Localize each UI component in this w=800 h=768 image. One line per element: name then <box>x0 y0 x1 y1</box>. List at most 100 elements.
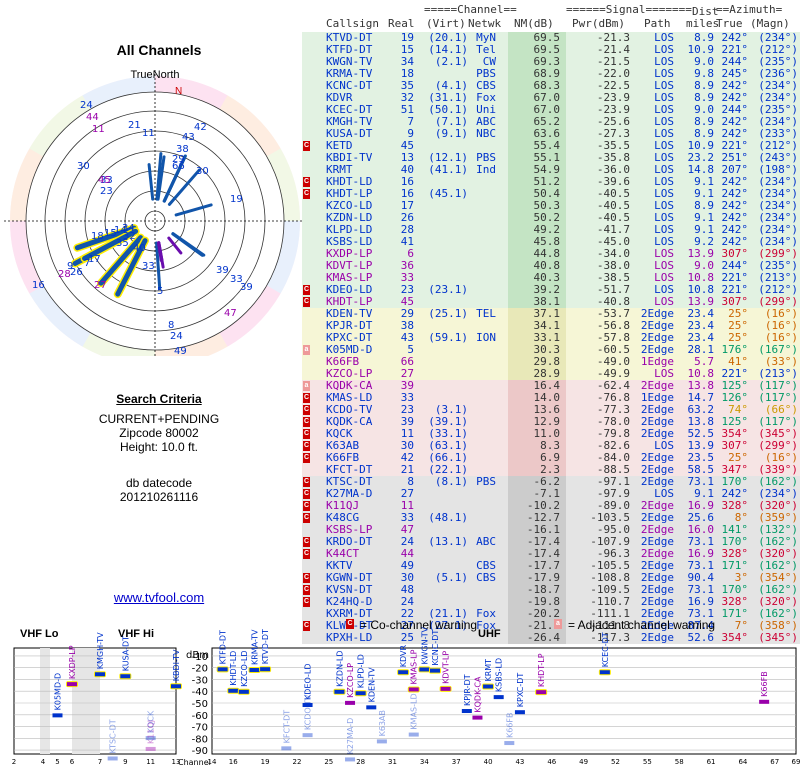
x-tick-label: 40 <box>484 758 493 766</box>
x-tick-label: 31 <box>388 758 397 766</box>
y-tick-label: -70 <box>192 723 208 734</box>
channel-label: 33 <box>142 261 155 272</box>
network-cell: ABC <box>476 535 496 548</box>
adjacent-warning-icon: a <box>303 345 310 355</box>
channel-label: 44 <box>86 112 99 123</box>
station-label: KPXC-DT <box>516 673 525 708</box>
chart-title: All Channels <box>116 42 202 58</box>
virtual-channel-cell: (59.1) <box>428 331 468 344</box>
x-tick-label: 55 <box>643 758 652 766</box>
station-bar <box>107 756 118 761</box>
x-tick-label: 4 <box>41 758 46 766</box>
station-label: KRMA-TV <box>250 629 259 665</box>
band-label: VHF Lo <box>20 628 59 640</box>
x-tick-label: 11 <box>146 758 155 766</box>
station-bar <box>145 746 156 751</box>
channel-label: 18 <box>91 231 104 242</box>
x-tick-label: 34 <box>420 758 429 766</box>
x-tick-label: 16 <box>229 758 238 766</box>
band-label: UHF <box>478 628 501 640</box>
station-bar <box>429 668 440 673</box>
x-tick-label: 5 <box>55 758 59 766</box>
y-axis-label: dBm <box>186 650 209 661</box>
x-tick-label: 64 <box>738 758 747 766</box>
y-tick-label: -90 <box>192 746 208 757</box>
channel-label: 30 <box>77 161 90 172</box>
channel-label: 47 <box>224 308 237 319</box>
station-bar <box>472 715 483 720</box>
channel-label: 16 <box>32 280 45 291</box>
cochannel-warning-icon: C <box>303 573 310 583</box>
azimuth-group-label: Azimuth <box>729 3 776 16</box>
cochannel-warning-icon: C <box>303 417 310 427</box>
x-tick-label: 28 <box>356 758 365 766</box>
virtual-channel-cell: (8.1) <box>434 475 468 488</box>
channel-group-header: =====Channel== <box>424 3 517 16</box>
station-label: KWGN-TV <box>420 626 429 664</box>
x-tick-label: 6 <box>70 758 75 766</box>
cochannel-warning-icon: C <box>303 177 310 187</box>
cochannel-warning-icon: C <box>303 453 310 463</box>
station-bar <box>281 746 292 751</box>
col-magn: (Magn) <box>750 17 790 30</box>
station-bar <box>171 684 181 689</box>
station-label: KTSC-DT <box>109 719 118 753</box>
station-bar <box>366 705 377 710</box>
spectrum-chart: -10-20-30-40-50-60-70-80-90dBmVHF Lo VHF … <box>12 626 800 767</box>
true-north-label: TrueNorth <box>130 69 179 81</box>
x-tick-label: 61 <box>707 758 716 766</box>
network-cell: NBC <box>476 127 496 140</box>
signal-group-label: Signal <box>605 3 646 16</box>
channel-label: 45 <box>98 175 111 186</box>
channel-label: 11 <box>142 128 155 139</box>
station-label: KSBS-LD <box>495 658 504 692</box>
station-label: KTFD-DT <box>219 630 228 664</box>
station-bar <box>120 674 131 679</box>
station-label: KFCT-DT <box>282 710 291 744</box>
tvfool-link[interactable]: www.tvfool.com <box>0 590 318 605</box>
station-label: K05MD-D <box>54 673 63 711</box>
station-bar <box>260 667 271 672</box>
station-bar <box>440 686 451 691</box>
y-tick-label: -50 <box>192 699 208 710</box>
cochannel-warning-icon: C <box>303 549 310 559</box>
signal-group-header: ======Signal======= <box>566 3 692 16</box>
virtual-channel-cell: (23.1) <box>428 283 468 296</box>
station-bar <box>228 688 239 693</box>
col-miles: miles <box>686 17 720 30</box>
x-tick-label: 19 <box>261 758 270 766</box>
virtual-channel-cell: (25.1) <box>428 307 468 320</box>
channel-label: 26 <box>70 267 83 278</box>
col-pwr: Pwr(dBm) <box>572 17 625 30</box>
channel-label: 8 <box>168 320 174 331</box>
station-label: K27MA-D <box>346 718 355 755</box>
cochannel-warning-icon: C <box>303 597 310 607</box>
network-cell: PBS <box>476 475 496 488</box>
station-bar <box>398 670 409 675</box>
channel-label: 66 <box>172 161 185 172</box>
channel-label: 39 <box>240 282 253 293</box>
station-label: KXDP-LP <box>68 645 77 679</box>
cochannel-warning-icon: C <box>303 537 310 547</box>
station-label: KDEO-LD <box>304 664 313 700</box>
cochannel-warning-icon: C <box>303 513 310 523</box>
channel-label: 24 <box>170 331 183 342</box>
station-label: KRMT <box>484 659 493 682</box>
x-tick-label: 13 <box>172 758 181 766</box>
station-label: KMAS-LD <box>410 693 419 729</box>
station-bar <box>345 700 356 705</box>
station-bar <box>483 684 494 689</box>
channel-label: 27 <box>94 280 107 291</box>
x-tick-label: 52 <box>611 758 620 766</box>
col-path: Path <box>644 17 671 30</box>
spectrum-panel: C = Co-channel warning a = Adjacent chan… <box>0 618 800 768</box>
channel-label: 39 <box>216 265 229 276</box>
virtual-channel-cell: (9.1) <box>434 127 468 140</box>
station-label: K66FB <box>505 713 514 739</box>
col-nm: NM(dB) <box>514 17 554 30</box>
station-label: KQDK-CA <box>473 676 482 713</box>
station-label: KCNC-DT <box>431 630 440 666</box>
channel-label: 23 <box>100 186 113 197</box>
station-label: KHDT-LP <box>537 653 546 687</box>
station-bar <box>408 732 419 737</box>
